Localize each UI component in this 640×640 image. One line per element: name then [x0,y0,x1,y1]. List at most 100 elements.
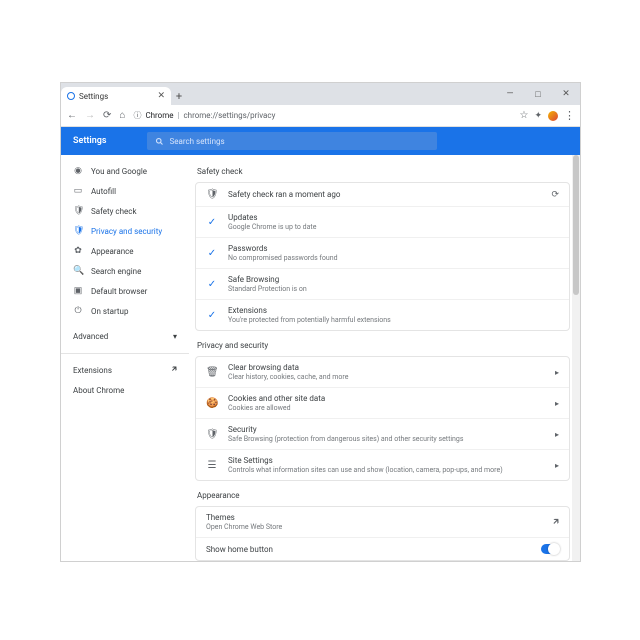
cookie-icon: 🍪 [206,398,218,409]
sidebar-item-on-startup[interactable]: ⏻ On startup [61,301,189,321]
privacy-card: 🗑 Clear browsing data Clear history, coo… [195,356,570,481]
section-title-safety-check: Safety check [197,167,570,176]
row-title: Passwords [228,244,559,253]
omnibox[interactable]: ⓘ Chrome | chrome://settings/privacy [133,110,511,121]
window-controls: — □ ✕ [496,83,580,105]
sidebar-item-autofill[interactable]: ▭ Autofill [61,181,189,201]
sidebar-extensions[interactable]: Extensions 🡵 [61,360,189,380]
tab-close-icon[interactable]: ✕ [157,91,165,101]
sidebar-item-privacy-and-security[interactable]: 🛡 Privacy and security [61,221,189,241]
cookies-row[interactable]: 🍪 Cookies and other site data Cookies ar… [196,387,569,418]
new-tab-button[interactable]: + [171,87,187,105]
reload-button[interactable]: ⟳ [103,110,111,121]
checkmark-icon: ✓ [206,248,218,259]
scrollbar-thumb[interactable] [573,155,579,295]
appearance-icon: ✿ [73,246,83,256]
profile-avatar[interactable] [548,111,558,121]
safety-check-summary-row: 🛡 Safety check ran a moment ago ⟳ [196,183,569,206]
safety-passwords-row[interactable]: ✓ Passwords No compromised passwords fou… [196,237,569,268]
safety-safe-browsing-row[interactable]: ✓ Safe Browsing Standard Protection is o… [196,268,569,299]
maximize-button[interactable]: □ [524,83,552,105]
sidebar-item-default-browser[interactable]: ▣ Default browser [61,281,189,301]
settings-search-input[interactable] [170,137,429,146]
settings-body: ◉ You and Google ▭ Autofill 🛡 Safety che… [61,155,580,561]
sidebar-item-label: Search engine [91,267,141,276]
clear-browsing-data-row[interactable]: 🗑 Clear browsing data Clear history, coo… [196,357,569,387]
sidebar-advanced[interactable]: Advanced ▾ [61,325,189,347]
divider [61,353,189,354]
sidebar-item-label: Safety check [91,207,137,216]
show-home-button-row[interactable]: Show home button [196,537,569,560]
browser-tab[interactable]: Settings ✕ [61,87,171,105]
gear-icon [67,92,75,100]
row-title: Safety check ran a moment ago [228,190,541,199]
checkmark-icon: ✓ [206,279,218,290]
safety-updates-row[interactable]: ✓ Updates Google Chrome is up to date [196,206,569,237]
security-icon: 🛡 [206,429,218,440]
sidebar-item-label: Autofill [91,187,116,196]
advanced-label: Advanced [73,332,108,341]
sidebar-item-search-engine[interactable]: 🔍 Search engine [61,261,189,281]
bookmark-star-icon[interactable]: ☆ [519,110,528,121]
row-subtitle: No compromised passwords found [228,254,559,262]
sidebar-item-label: On startup [91,307,128,316]
extensions-label: Extensions [73,366,112,375]
row-title: Extensions [228,306,559,315]
back-button[interactable]: ← [67,110,77,121]
sidebar-item-appearance[interactable]: ✿ Appearance [61,241,189,261]
sidebar-item-label: Default browser [91,287,147,296]
section-title-appearance: Appearance [197,491,570,500]
toolbar-right: ☆ ✦ ⋮ [519,109,574,122]
safety-extensions-row[interactable]: ✓ Extensions You're protected from poten… [196,299,569,330]
checkmark-icon: ✓ [206,217,218,228]
extensions-icon[interactable]: ✦ [534,111,542,121]
home-button[interactable]: ⌂ [119,110,125,121]
sidebar-item-safety-check[interactable]: 🛡 Safety check [61,201,189,221]
row-subtitle: Standard Protection is on [228,285,559,293]
security-row[interactable]: 🛡 Security Safe Browsing (protection fro… [196,418,569,449]
settings-header: Settings [61,127,580,155]
close-button[interactable]: ✕ [552,83,580,105]
forward-button[interactable]: → [85,110,95,121]
url-text: chrome://settings/privacy [183,111,275,120]
themes-row[interactable]: Themes Open Chrome Web Store 🡵 [196,507,569,537]
rerun-safety-check-button[interactable]: ⟳ [551,190,559,200]
settings-search[interactable] [147,132,437,150]
shield-icon: 🛡 [73,206,83,216]
open-external-icon: 🡵 [553,514,559,530]
sidebar-about-chrome[interactable]: About Chrome [61,380,189,400]
open-external-icon: 🡵 [172,363,177,377]
about-label: About Chrome [73,386,124,395]
row-title: Show home button [206,545,531,554]
row-title: Site Settings [228,456,545,465]
sidebar-item-you-and-google[interactable]: ◉ You and Google [61,161,189,181]
row-subtitle: Google Chrome is up to date [228,223,559,231]
site-info-icon[interactable]: ⓘ [133,110,141,121]
row-title: Cookies and other site data [228,394,545,403]
safety-check-card: 🛡 Safety check ran a moment ago ⟳ ✓ Upda… [195,182,570,331]
titlebar: Settings ✕ + — □ ✕ [61,83,580,105]
row-subtitle: You're protected from potentially harmfu… [228,316,559,324]
row-title: Safe Browsing [228,275,559,284]
sidebar-item-label: Appearance [91,247,134,256]
site-settings-row[interactable]: ☰ Site Settings Controls what informatio… [196,449,569,480]
trash-icon: 🗑 [206,367,218,378]
chevron-right-icon: ▸ [555,461,559,470]
home-button-toggle[interactable] [541,544,559,554]
url-scheme: Chrome [145,111,173,120]
row-title: Clear browsing data [228,363,545,372]
chrome-menu-icon[interactable]: ⋮ [564,109,574,122]
row-title: Security [228,425,545,434]
privacy-icon: 🛡 [73,226,83,236]
checkmark-icon: ✓ [206,310,218,321]
row-subtitle: Controls what information sites can use … [228,466,545,474]
tab-title: Settings [79,92,108,101]
row-title: Updates [228,213,559,222]
sidebar-item-label: Privacy and security [91,227,162,236]
minimize-button[interactable]: — [496,83,524,105]
row-title: Themes [206,513,543,522]
autofill-icon: ▭ [73,186,83,196]
scrollbar[interactable] [572,155,580,561]
nav-buttons: ← → ⟳ ⌂ [67,110,125,121]
chevron-right-icon: ▸ [555,368,559,377]
